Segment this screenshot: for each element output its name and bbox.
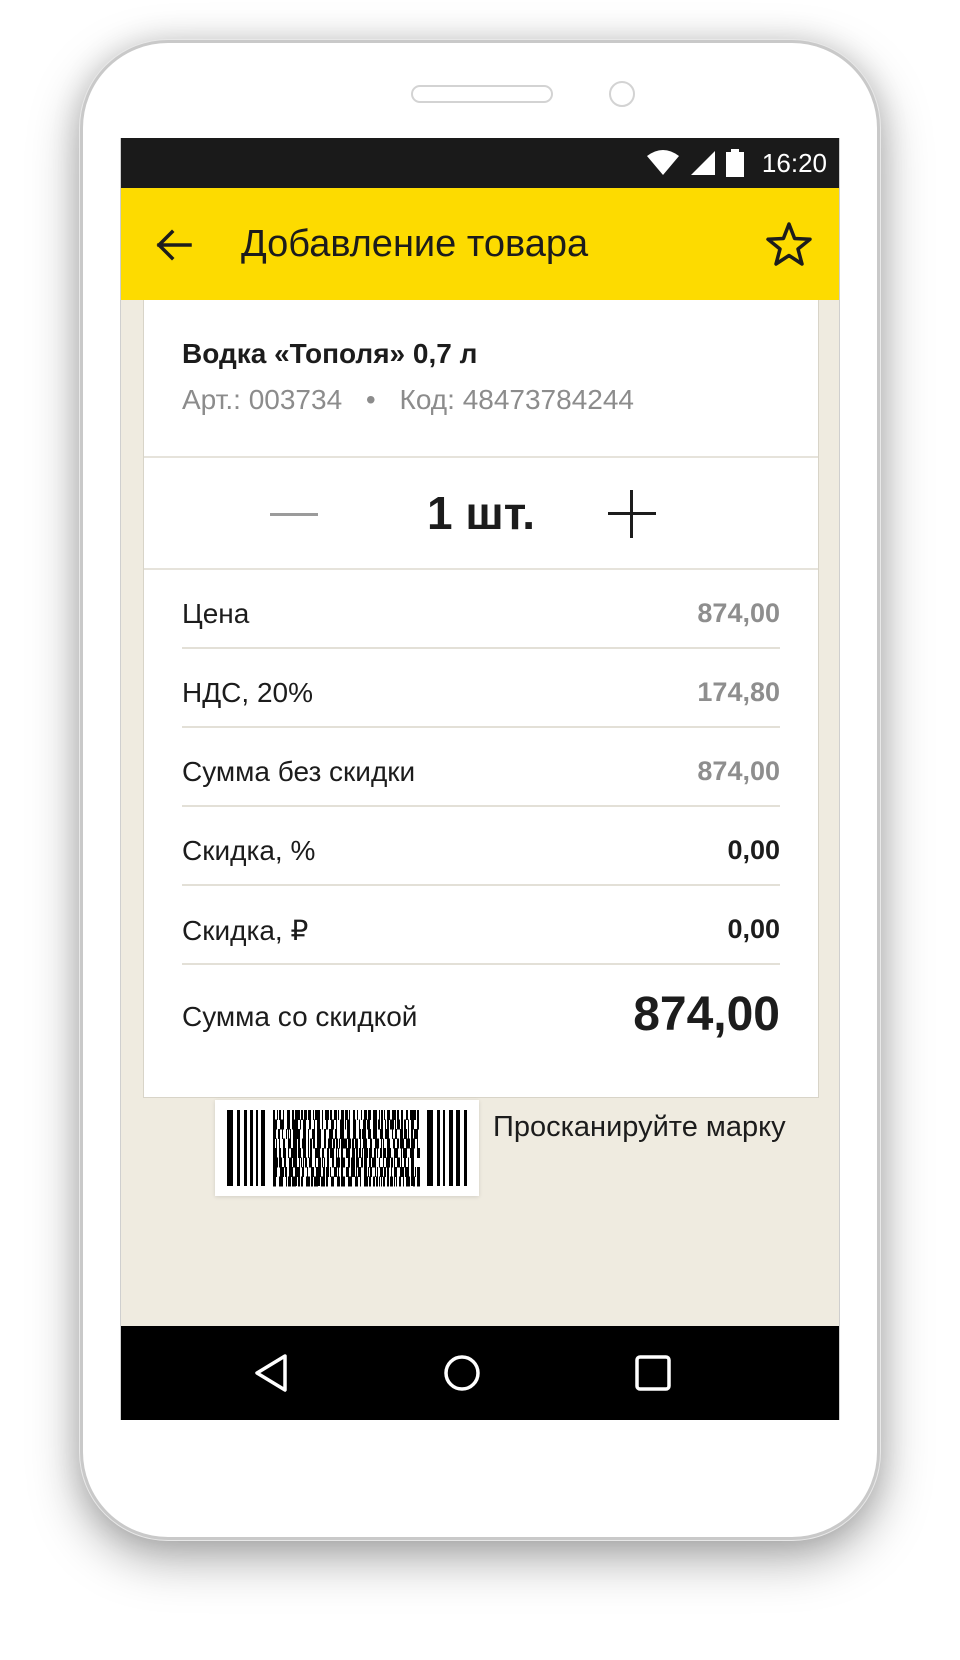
wifi-icon xyxy=(646,150,679,175)
nav-back-icon xyxy=(255,1354,287,1392)
subtotal-value: 874,00 xyxy=(697,756,780,786)
article-label: Арт.: xyxy=(182,384,241,415)
price-details: Цена 874,00 НДС, 20% 174,80 Сумма без ск… xyxy=(182,570,780,1060)
scan-instruction: Просканируйте марку xyxy=(493,1111,786,1143)
discount-percent-label: Скидка, % xyxy=(182,835,316,866)
screen: 16:20 Добавление товара Водка «Тополя» 0… xyxy=(120,138,840,1420)
price-value: 874,00 xyxy=(697,598,780,628)
favorite-button[interactable] xyxy=(759,214,819,274)
total-row: Сумма со скидкой 874,00 xyxy=(182,965,780,1060)
nav-home-icon xyxy=(444,1355,480,1391)
product-meta: Арт.: 003734 • Код: 48473784244 xyxy=(182,384,634,416)
signal-icon xyxy=(690,151,715,175)
quantity-stepper: 1 шт. xyxy=(144,458,818,570)
app-bar: Добавление товара xyxy=(121,188,839,300)
product-card: Водка «Тополя» 0,7 л Арт.: 003734 • Код:… xyxy=(143,300,819,1098)
increase-quantity-button[interactable] xyxy=(604,486,660,542)
meta-separator: • xyxy=(365,384,376,415)
discount-amount-value[interactable]: 0,00 xyxy=(727,914,780,945)
subtotal-row: Сумма без скидки 874,00 xyxy=(182,728,780,807)
product-name: Водка «Тополя» 0,7 л xyxy=(182,338,478,369)
discount-amount-row[interactable]: Скидка, ₽ 0,00 xyxy=(182,886,780,965)
status-time: 16:20 xyxy=(761,147,827,178)
scan-barcode-button[interactable] xyxy=(215,1100,479,1196)
page-title: Добавление товара xyxy=(241,223,589,265)
discount-amount-label: Скидка, ₽ xyxy=(182,915,309,946)
code-label: Код: xyxy=(399,384,455,415)
discount-percent-row[interactable]: Скидка, % 0,00 xyxy=(182,807,780,886)
total-label: Сумма со скидкой xyxy=(182,1001,418,1032)
article-value: 003734 xyxy=(248,384,343,415)
vat-label: НДС, 20% xyxy=(182,677,314,708)
stage: 16:20 Добавление товара Водка «Тополя» 0… xyxy=(0,0,960,1660)
system-nav-bar xyxy=(121,1326,839,1420)
nav-recents-icon xyxy=(635,1355,671,1391)
status-bar: 16:20 xyxy=(121,138,839,188)
vat-value: 174,80 xyxy=(697,677,780,707)
total-value: 874,00 xyxy=(633,988,780,1041)
vat-row: НДС, 20% 174,80 xyxy=(182,649,780,728)
code-value: 48473784244 xyxy=(462,384,634,415)
product-header: Водка «Тополя» 0,7 л Арт.: 003734 • Код:… xyxy=(144,300,818,458)
nav-back-button[interactable] xyxy=(246,1348,296,1398)
back-button[interactable] xyxy=(145,216,203,274)
discount-percent-value[interactable]: 0,00 xyxy=(727,835,780,866)
battery-icon xyxy=(725,149,744,177)
nav-home-button[interactable] xyxy=(437,1348,487,1398)
nav-recents-button[interactable] xyxy=(628,1348,678,1398)
subtotal-label: Сумма без скидки xyxy=(182,756,416,787)
datamatrix-barcode-icon xyxy=(227,1110,467,1187)
plus-icon-vertical xyxy=(630,490,633,538)
phone-camera xyxy=(609,81,635,107)
price-label: Цена xyxy=(182,598,250,629)
star-outline-icon xyxy=(766,222,812,266)
quantity-value: 1 шт. xyxy=(427,487,535,539)
phone-speaker xyxy=(411,85,553,103)
status-icons: 16:20 xyxy=(646,138,827,188)
price-row: Цена 874,00 xyxy=(182,570,780,649)
arrow-left-icon xyxy=(156,229,192,261)
